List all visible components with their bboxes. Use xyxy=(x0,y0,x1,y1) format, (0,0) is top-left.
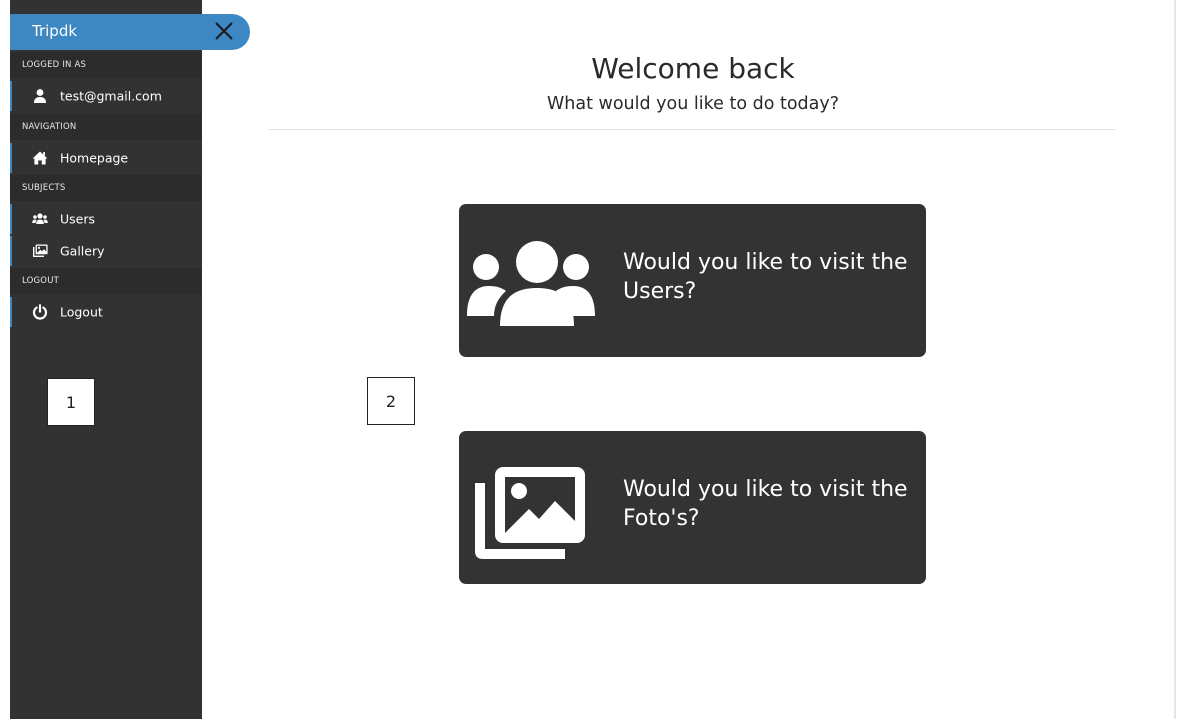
annotation-label-1: 1 xyxy=(47,378,95,426)
annotation-label-2: 2 xyxy=(367,377,415,425)
sidebar-item-homepage[interactable]: Homepage xyxy=(10,143,202,173)
visit-users-text: Would you like to visit the Users? xyxy=(623,248,913,306)
brand-bar: Tripdk xyxy=(10,14,250,50)
section-header-navigation: NAVIGATION xyxy=(10,114,202,140)
sidebar: LOGGED IN AS test@gmail.com NAVIGATION H… xyxy=(10,0,202,719)
section-header-logged-in-as: LOGGED IN AS xyxy=(10,52,202,78)
section-header-subjects: SUBJECTS xyxy=(10,175,202,201)
sidebar-item-label: test@gmail.com xyxy=(59,88,162,104)
users-icon xyxy=(32,211,48,227)
power-icon xyxy=(32,303,48,320)
brand-title: Tripdk xyxy=(32,22,78,40)
sidebar-item-gallery[interactable]: Gallery xyxy=(10,236,202,266)
gallery-icon xyxy=(32,243,48,259)
visit-users-card[interactable]: Would you like to visit the Users? xyxy=(459,204,926,357)
card-line-1: Would you like to visit the xyxy=(623,477,908,502)
app-frame: LOGGED IN AS test@gmail.com NAVIGATION H… xyxy=(0,0,1181,719)
users-icon xyxy=(467,234,595,334)
sidebar-item-label: Users xyxy=(59,211,95,227)
page-subtitle: What would you like to do today? xyxy=(546,94,840,114)
card-line-2: Foto's? xyxy=(623,506,700,531)
images-icon xyxy=(467,461,595,561)
user-icon xyxy=(32,88,48,104)
window-edge xyxy=(1174,0,1176,719)
card-line-2: Users? xyxy=(623,279,697,304)
sidebar-item-logout[interactable]: Logout xyxy=(10,297,202,327)
close-icon[interactable] xyxy=(212,19,236,43)
visit-gallery-text: Would you like to visit the Foto's? xyxy=(623,475,913,533)
sidebar-item-label: Logout xyxy=(59,304,103,320)
header-divider xyxy=(268,129,1116,130)
visit-gallery-card[interactable]: Would you like to visit the Foto's? xyxy=(459,431,926,584)
home-icon xyxy=(32,150,48,166)
card-line-1: Would you like to visit the xyxy=(623,250,908,275)
section-header-logout: LOGOUT xyxy=(10,268,202,294)
sidebar-item-account[interactable]: test@gmail.com xyxy=(10,81,202,111)
sidebar-item-users[interactable]: Users xyxy=(10,204,202,234)
sidebar-item-label: Homepage xyxy=(59,150,129,166)
sidebar-item-label: Gallery xyxy=(59,243,105,259)
page-title: Welcome back xyxy=(591,52,795,85)
